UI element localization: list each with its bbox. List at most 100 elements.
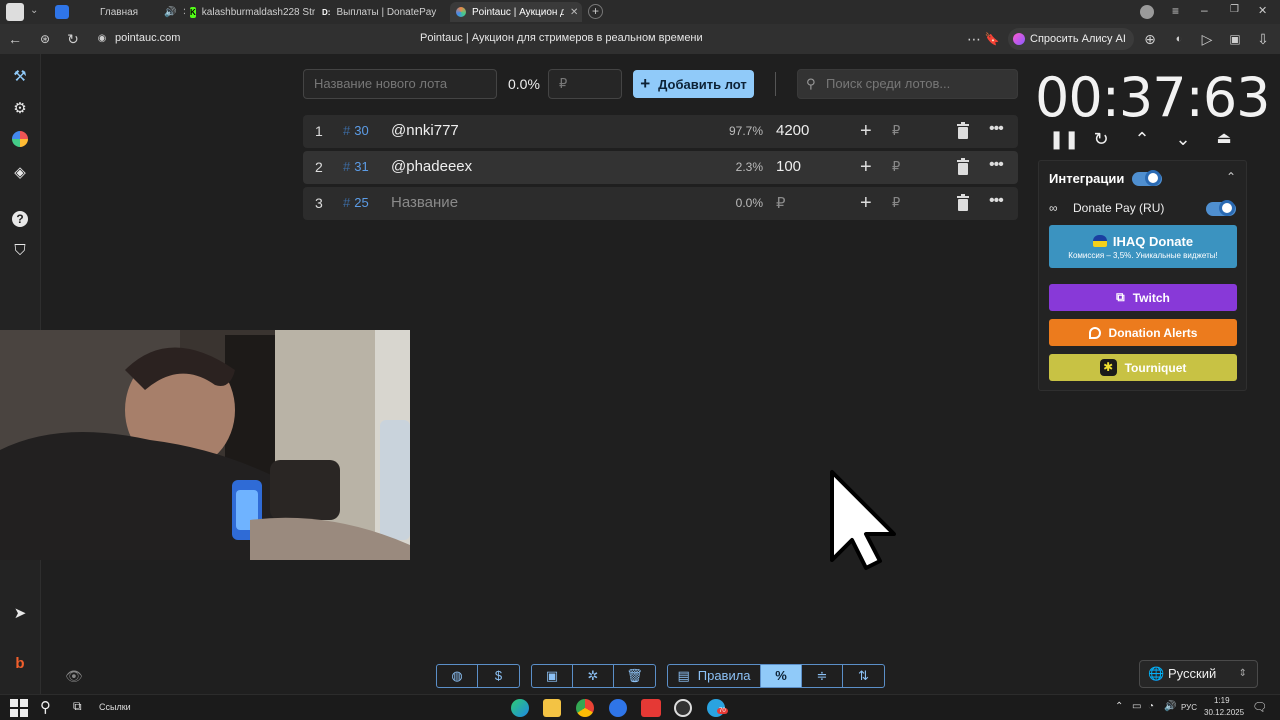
twitch-button[interactable]: ⧉ Twitch: [1049, 284, 1237, 311]
eye-icon[interactable]: 👁: [65, 668, 83, 685]
pause-icon[interactable]: ❚❚: [1049, 128, 1079, 150]
maximize-icon[interactable]: ❐: [1230, 4, 1239, 15]
lot-amount[interactable]: 4200: [776, 122, 809, 139]
auction-hammer-icon[interactable]: ⚒: [10, 67, 30, 87]
security-shield-icon[interactable]: ⛉: [10, 241, 30, 261]
language-select[interactable]: 🌐 Русский ⇕: [1139, 660, 1258, 688]
yandex-browser-icon[interactable]: [641, 699, 661, 717]
chrome-icon[interactable]: [576, 699, 594, 717]
wifi-icon[interactable]: ◔: [1148, 701, 1154, 712]
gear-icon[interactable]: ⚙: [10, 99, 30, 119]
lot-name[interactable]: @phadeeex: [391, 158, 472, 175]
github-icon[interactable]: ◍: [437, 665, 478, 687]
bookmark-icon[interactable]: 🔖: [983, 30, 1001, 48]
minimize-icon[interactable]: –: [1201, 3, 1208, 17]
network-icon[interactable]: ▭: [1132, 701, 1141, 712]
extension-icon[interactable]: ◐: [1170, 30, 1188, 48]
tab-donatepay[interactable]: D: Выплаты | DonatePay: [322, 2, 447, 22]
lot-id[interactable]: #30: [343, 123, 369, 138]
boosty-icon[interactable]: b: [10, 654, 30, 674]
save-icon[interactable]: ▣: [532, 665, 573, 687]
lot-amount[interactable]: 100: [776, 158, 801, 175]
volume-icon[interactable]: 🔊: [1164, 701, 1176, 712]
collections-icon[interactable]: ▣: [1226, 30, 1244, 48]
chevron-down-icon[interactable]: ⌄: [1172, 128, 1194, 150]
speaker-icon[interactable]: 🔊: [164, 7, 176, 18]
close-icon[interactable]: ✕: [183, 7, 185, 18]
trash-icon[interactable]: [956, 194, 970, 212]
media-icon[interactable]: ▷: [1198, 30, 1216, 48]
new-lot-amount-input[interactable]: ₽: [548, 69, 622, 99]
notifications-icon[interactable]: 🗨: [1252, 700, 1267, 714]
more-icon[interactable]: ⋯: [965, 30, 983, 48]
video-tab-icon[interactable]: [55, 5, 69, 19]
menu-icon[interactable]: ≡: [1172, 4, 1179, 18]
tab-kalash[interactable]: K kalashburmaldash228 Stre: [190, 2, 315, 22]
tray-chevron-icon[interactable]: ⌃: [1115, 701, 1123, 712]
url-field[interactable]: pointauc.com: [115, 32, 180, 44]
compress-icon[interactable]: ≑: [802, 665, 843, 687]
more-options-icon[interactable]: •••: [989, 120, 1004, 138]
ruble-icon[interactable]: ₽: [892, 195, 900, 211]
add-amount-icon[interactable]: +: [860, 120, 872, 143]
task-view-icon[interactable]: ⧉: [73, 699, 82, 714]
add-amount-icon[interactable]: +: [860, 156, 872, 179]
integrations-toggle[interactable]: [1132, 170, 1162, 186]
close-window-icon[interactable]: ✕: [1258, 4, 1267, 17]
clear-lots-icon[interactable]: 🗑: [614, 665, 655, 687]
windows-start-icon[interactable]: [10, 699, 28, 717]
ask-alisa-button[interactable]: Спросить Алису AI: [1008, 28, 1134, 50]
reset-icon[interactable]: ↻: [1090, 128, 1112, 150]
shield-icon[interactable]: ⊛: [36, 30, 54, 48]
trash-icon[interactable]: [956, 158, 970, 176]
layers-icon[interactable]: ◈: [10, 163, 30, 183]
trash-icon[interactable]: [956, 122, 970, 140]
donate-dollar-icon[interactable]: $: [478, 665, 519, 687]
lot-amount[interactable]: ₽: [776, 194, 786, 212]
new-tab-button[interactable]: +: [588, 4, 603, 19]
downloads-icon[interactable]: ⇩: [1254, 30, 1272, 48]
search-icon[interactable]: ⚲: [40, 698, 51, 716]
add-lot-button[interactable]: + Добавить лот: [633, 70, 754, 98]
translate-icon[interactable]: ⊕: [1141, 30, 1159, 48]
browser-menu-icon[interactable]: [6, 3, 24, 21]
donatepay-toggle[interactable]: [1206, 200, 1236, 216]
chevron-down-icon[interactable]: ⌄: [30, 5, 38, 16]
new-lot-name-input[interactable]: Название нового лота: [303, 69, 497, 99]
bug-icon[interactable]: ✲: [573, 665, 614, 687]
lot-id[interactable]: #31: [343, 159, 369, 174]
close-icon[interactable]: ✕: [570, 7, 578, 18]
ruble-icon[interactable]: ₽: [892, 123, 900, 139]
wheel-icon[interactable]: [10, 131, 30, 151]
obs-icon[interactable]: [674, 699, 692, 717]
ihaq-donate-button[interactable]: IHAQ Donate Комиссия – 3,5%. Уникальные …: [1049, 225, 1237, 268]
taskbar-links-label[interactable]: Ссылки: [99, 702, 131, 712]
edge-icon[interactable]: [511, 699, 529, 717]
help-icon[interactable]: ?: [10, 209, 30, 229]
more-options-icon[interactable]: •••: [989, 156, 1004, 174]
lot-name[interactable]: Название: [391, 194, 458, 211]
clock-date[interactable]: 30.12.2025: [1204, 708, 1244, 717]
tab-home[interactable]: Главная 🔊 ✕: [95, 2, 185, 22]
clock-time[interactable]: 1:19: [1214, 696, 1230, 705]
back-arrow-icon[interactable]: ←: [6, 30, 24, 48]
more-options-icon[interactable]: •••: [989, 192, 1004, 210]
site-info-icon[interactable]: ◉: [93, 30, 111, 48]
reload-icon[interactable]: ↻: [64, 30, 82, 48]
keyboard-lang[interactable]: РУС: [1181, 703, 1197, 712]
tab-pointauc[interactable]: Pointauc | Аукцион для ✕: [450, 2, 582, 22]
donation-alerts-button[interactable]: Donation Alerts: [1049, 319, 1237, 346]
add-amount-icon[interactable]: +: [860, 192, 872, 215]
search-lots-input[interactable]: ⚲ Поиск среди лотов...: [797, 69, 1018, 99]
percent-toggle-button[interactable]: %: [761, 665, 802, 687]
check-app-icon[interactable]: [609, 699, 627, 717]
chevron-up-icon[interactable]: ⌃: [1226, 170, 1236, 184]
tourniquet-button[interactable]: ✱ Tourniquet: [1049, 354, 1237, 381]
telegram-icon[interactable]: ➤: [10, 604, 30, 624]
double-chevron-up-icon[interactable]: ⏏: [1213, 128, 1235, 150]
chevron-up-icon[interactable]: ⌃: [1131, 128, 1153, 150]
lot-name[interactable]: @nnki777: [391, 122, 459, 139]
ruble-icon[interactable]: ₽: [892, 159, 900, 175]
profile-avatar[interactable]: [1140, 5, 1154, 19]
explorer-icon[interactable]: [543, 699, 561, 717]
